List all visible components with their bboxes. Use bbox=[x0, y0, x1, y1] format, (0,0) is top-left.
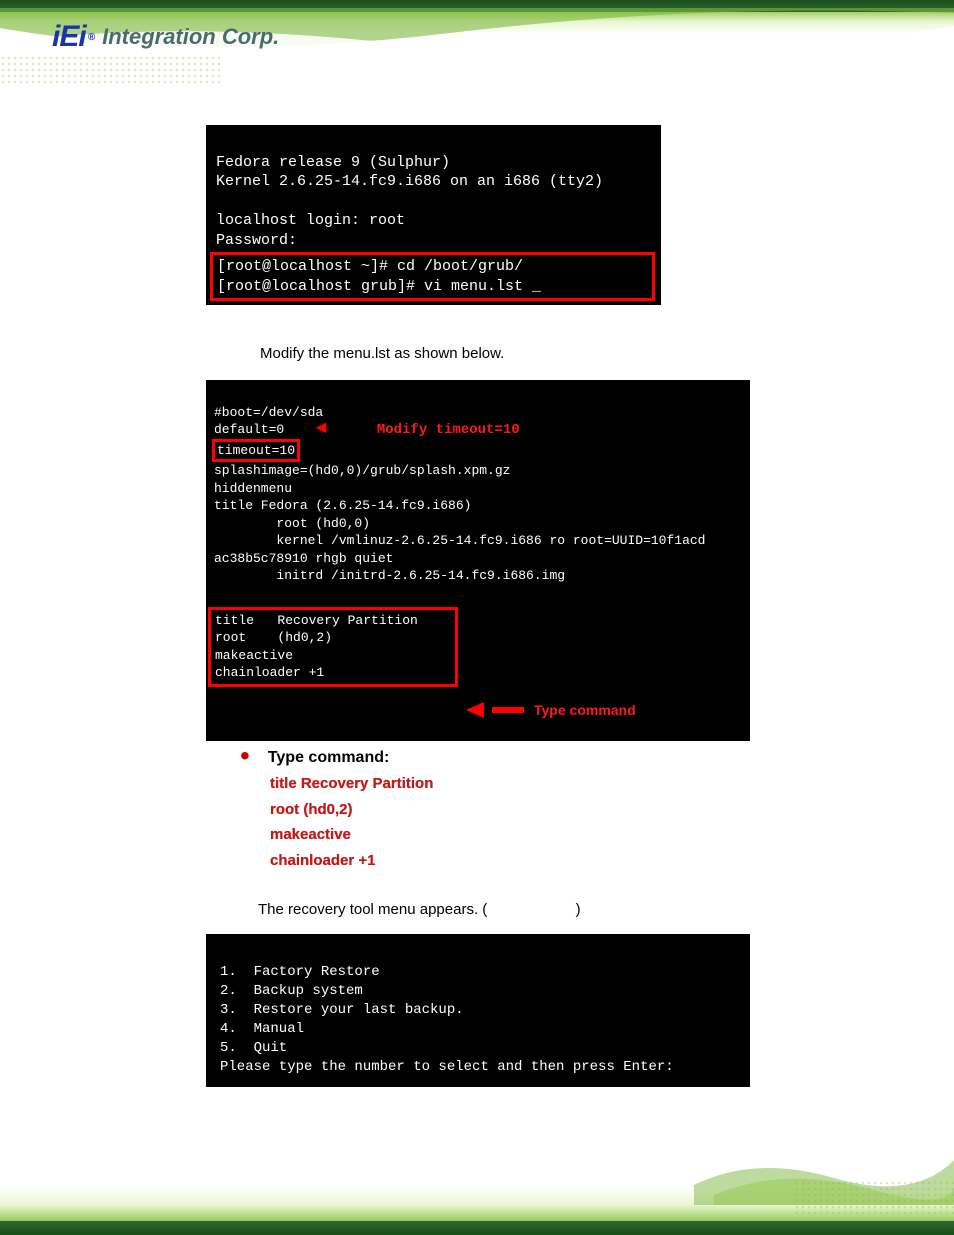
logo-text: Integration Corp. bbox=[102, 24, 279, 50]
cmd-root: root (hd0,2) bbox=[270, 797, 756, 823]
arrow-type-label: Type command bbox=[534, 701, 636, 720]
footer-dots bbox=[794, 1180, 954, 1215]
t3-l4: 4. Manual bbox=[220, 1021, 304, 1037]
t3-l3: 3. Restore your last backup. bbox=[220, 1002, 464, 1018]
t2-l9: ac38b5c78910 rhgb quiet bbox=[214, 551, 393, 566]
recovery-text-a: The recovery tool menu appears. ( bbox=[258, 901, 487, 918]
t2-redbox-block: title Recovery Partition root (hd0,2) ma… bbox=[208, 607, 458, 687]
term1-l4: localhost login: root bbox=[216, 212, 405, 229]
brand-logo: iEi® Integration Corp. bbox=[52, 20, 279, 54]
t3-l1: 1. Factory Restore bbox=[220, 964, 380, 980]
cmd-chainloader: chainloader +1 bbox=[270, 848, 756, 874]
term1-l5: Password: bbox=[216, 232, 297, 249]
t2-b3: makeactive bbox=[215, 648, 293, 663]
term1-box1: [root@localhost ~]# cd /boot/grub/ bbox=[217, 258, 523, 275]
terminal-recovery-menu-screenshot: 1. Factory Restore 2. Backup system 3. R… bbox=[206, 934, 750, 1086]
t2-l1: #boot=/dev/sda bbox=[214, 405, 323, 420]
t3-l2: 2. Backup system bbox=[220, 983, 363, 999]
recovery-text-b: ) bbox=[576, 901, 581, 918]
terminal-login-screenshot: Fedora release 9 (Sulphur) Kernel 2.6.25… bbox=[206, 125, 661, 305]
t3-l6: Please type the number to select and the… bbox=[220, 1059, 674, 1075]
step-recovery-text: The recovery tool menu appears. ( ) bbox=[258, 901, 894, 918]
terminal-menulst-screenshot: #boot=/dev/sda default=0 timeout=10 Modif… bbox=[206, 380, 750, 741]
t2-l5: hiddenmenu bbox=[214, 481, 292, 496]
t3-l5: 5. Quit bbox=[220, 1040, 287, 1056]
t2-b2: root (hd0,2) bbox=[215, 630, 332, 645]
t2-l2: default=0 bbox=[214, 422, 284, 437]
arrow-timeout-label: Modify timeout=10 bbox=[377, 422, 520, 438]
term1-redbox: [root@localhost ~]# cd /boot/grub/ [root… bbox=[210, 252, 655, 301]
caption-block: • Type command: title Recovery Partition… bbox=[212, 741, 756, 881]
t2-l4: splashimage=(hd0,0)/grub/splash.xpm.gz bbox=[214, 463, 510, 478]
t2-l6: title Fedora (2.6.25-14.fc9.i686) bbox=[214, 498, 471, 513]
command-lines: title Recovery Partition root (hd0,2) ma… bbox=[270, 771, 756, 873]
t2-l8: kernel /vmlinuz-2.6.25-14.fc9.i686 ro ro… bbox=[214, 533, 705, 548]
cmd-makeactive: makeactive bbox=[270, 822, 756, 848]
bullet-row: • Type command: bbox=[240, 749, 756, 767]
term1-l1: Fedora release 9 (Sulphur) bbox=[216, 154, 450, 171]
footer-banner bbox=[0, 1150, 954, 1235]
arrow-modify-timeout: Modify timeout=10 bbox=[316, 417, 520, 441]
term2-wrap: #boot=/dev/sda default=0 timeout=10 Modif… bbox=[206, 380, 750, 881]
type-command-label: Type command: bbox=[268, 749, 390, 767]
cmd-title: title Recovery Partition bbox=[270, 771, 756, 797]
term1-box2: [root@localhost grub]# vi menu.lst _ bbox=[217, 278, 541, 295]
step-modify-text: Modify the menu.lst as shown below. bbox=[260, 345, 894, 362]
t2-timeout-box: timeout=10 bbox=[212, 439, 300, 463]
header-dots bbox=[0, 55, 220, 85]
t2-b4: chainloader +1 bbox=[215, 665, 324, 680]
header-banner: iEi® Integration Corp. bbox=[0, 0, 954, 85]
page-content: Fedora release 9 (Sulphur) Kernel 2.6.25… bbox=[0, 85, 954, 1220]
term1-l2: Kernel 2.6.25-14.fc9.i686 on an i686 (tt… bbox=[216, 173, 603, 190]
footer-stripe bbox=[0, 1221, 954, 1235]
arrow-line bbox=[492, 707, 524, 713]
t2-b1: title Recovery Partition bbox=[215, 613, 418, 628]
t2-l10: initrd /initrd-2.6.25-14.fc9.i686.img bbox=[214, 568, 565, 583]
arrow-left-icon bbox=[466, 702, 484, 718]
arrow-type-command: Type command bbox=[466, 701, 636, 720]
t2-l7: root (hd0,0) bbox=[214, 516, 370, 531]
bullet-icon: • bbox=[240, 749, 250, 763]
logo-mark: iEi® bbox=[52, 20, 94, 54]
